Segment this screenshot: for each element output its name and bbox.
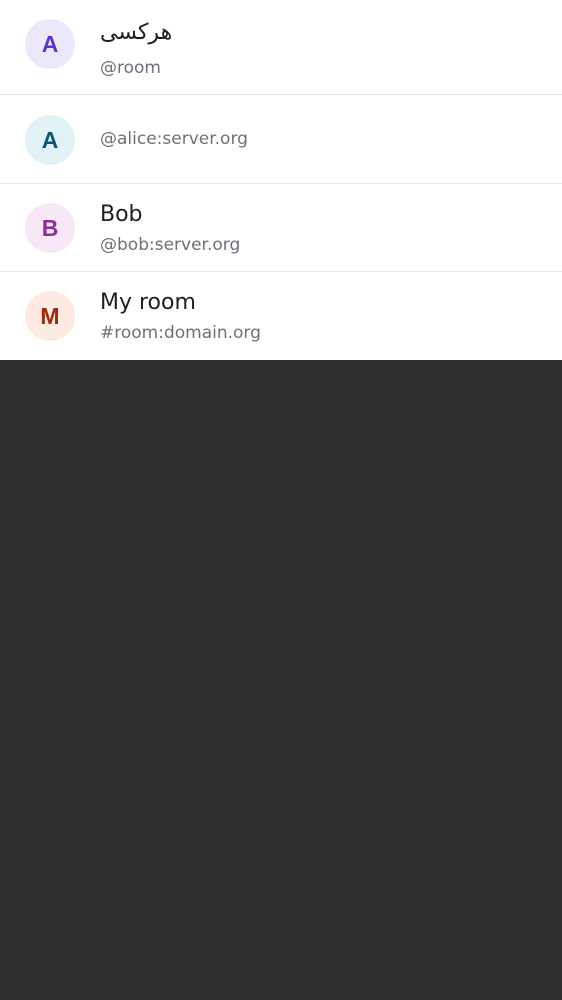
suggestion-item-my-room[interactable]: M My room #room:domain.org: [0, 271, 562, 360]
suggestion-subtitle: #room:domain.org: [100, 323, 261, 343]
suggestion-subtitle: @bob:server.org: [100, 235, 241, 255]
backdrop: [0, 360, 562, 999]
suggestion-item-bob[interactable]: B Bob @bob:server.org: [0, 183, 562, 271]
suggestion-item-room-mention[interactable]: A هرکسی @room: [0, 0, 562, 94]
suggestion-title: My room: [100, 290, 196, 315]
avatar: A: [25, 19, 75, 69]
suggestion-title: هرکسی: [100, 20, 173, 45]
avatar: B: [25, 203, 75, 253]
avatar: M: [25, 291, 75, 341]
suggestion-item-alice[interactable]: A @alice:server.org: [0, 94, 562, 183]
suggestion-subtitle: @alice:server.org: [100, 129, 248, 149]
suggestion-title: Bob: [100, 202, 143, 227]
mention-suggestion-list: A هرکسی @room A @alice:server.org B Bob …: [0, 0, 562, 360]
avatar: A: [25, 115, 75, 165]
suggestion-subtitle: @room: [100, 58, 161, 78]
